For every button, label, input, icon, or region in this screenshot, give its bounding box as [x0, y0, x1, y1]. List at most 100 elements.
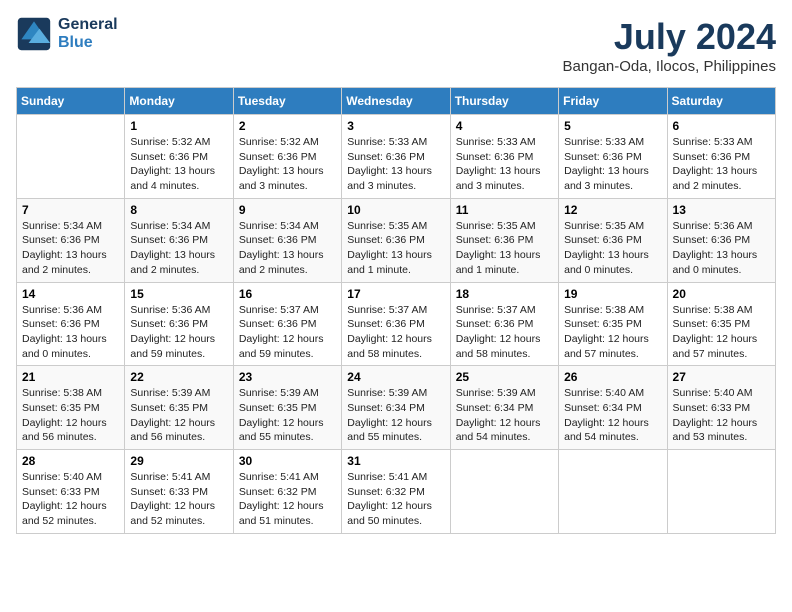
day-number: 23 [239, 370, 336, 384]
day-info: Sunrise: 5:40 AMSunset: 6:34 PMDaylight:… [564, 386, 661, 445]
day-info: Sunrise: 5:37 AMSunset: 6:36 PMDaylight:… [239, 303, 336, 362]
calendar-cell: 27 Sunrise: 5:40 AMSunset: 6:33 PMDayligh… [667, 366, 775, 450]
calendar-cell: 7Sunrise: 5:34 AMSunset: 6:36 PMDaylight… [17, 198, 125, 282]
day-number: 28 [22, 454, 119, 468]
day-info: Sunrise: 5:38 AMSunset: 6:35 PMDaylight:… [673, 303, 770, 362]
day-number: 31 [347, 454, 444, 468]
day-number: 27 [673, 370, 770, 384]
header-cell-wednesday: Wednesday [342, 88, 450, 115]
header-cell-thursday: Thursday [450, 88, 558, 115]
day-number: 17 [347, 287, 444, 301]
page-header: General Blue July 2024 Bangan-Oda, Iloco… [16, 16, 776, 75]
day-info: Sunrise: 5:34 AMSunset: 6:36 PMDaylight:… [239, 219, 336, 278]
calendar-cell [17, 115, 125, 199]
calendar-cell: 3Sunrise: 5:33 AMSunset: 6:36 PMDaylight… [342, 115, 450, 199]
day-info: Sunrise: 5:34 AMSunset: 6:36 PMDaylight:… [130, 219, 227, 278]
calendar-cell: 18 Sunrise: 5:37 AMSunset: 6:36 PMDayligh… [450, 282, 558, 366]
week-row-4: 21 Sunrise: 5:38 AMSunset: 6:35 PMDayligh… [17, 366, 776, 450]
header-cell-tuesday: Tuesday [233, 88, 341, 115]
calendar-cell: 6Sunrise: 5:33 AMSunset: 6:36 PMDaylight… [667, 115, 775, 199]
calendar-cell [450, 450, 558, 534]
day-info: Sunrise: 5:41 AMSunset: 6:33 PMDaylight:… [130, 470, 227, 529]
week-row-5: 28 Sunrise: 5:40 AMSunset: 6:33 PMDayligh… [17, 450, 776, 534]
calendar-cell: 11 Sunrise: 5:35 AMSunset: 6:36 PMDayligh… [450, 198, 558, 282]
day-info: Sunrise: 5:39 AMSunset: 6:35 PMDaylight:… [239, 386, 336, 445]
header-row: SundayMondayTuesdayWednesdayThursdayFrid… [17, 88, 776, 115]
day-info: Sunrise: 5:36 AMSunset: 6:36 PMDaylight:… [130, 303, 227, 362]
day-number: 4 [456, 119, 553, 133]
day-number: 30 [239, 454, 336, 468]
calendar-cell: 4Sunrise: 5:33 AMSunset: 6:36 PMDaylight… [450, 115, 558, 199]
title-block: July 2024 Bangan-Oda, Ilocos, Philippine… [563, 16, 776, 75]
header-cell-monday: Monday [125, 88, 233, 115]
calendar-cell [559, 450, 667, 534]
day-number: 20 [673, 287, 770, 301]
day-number: 12 [564, 203, 661, 217]
day-info: Sunrise: 5:40 AMSunset: 6:33 PMDaylight:… [22, 470, 119, 529]
day-info: Sunrise: 5:41 AMSunset: 6:32 PMDaylight:… [347, 470, 444, 529]
calendar-cell: 1 Sunrise: 5:32 AMSunset: 6:36 PMDaylight… [125, 115, 233, 199]
day-number: 1 [130, 119, 227, 133]
day-info: Sunrise: 5:34 AMSunset: 6:36 PMDaylight:… [22, 219, 119, 278]
calendar-cell: 15 Sunrise: 5:36 AMSunset: 6:36 PMDayligh… [125, 282, 233, 366]
calendar-cell: 16 Sunrise: 5:37 AMSunset: 6:36 PMDayligh… [233, 282, 341, 366]
week-row-2: 7Sunrise: 5:34 AMSunset: 6:36 PMDaylight… [17, 198, 776, 282]
calendar-cell: 31 Sunrise: 5:41 AMSunset: 6:32 PMDayligh… [342, 450, 450, 534]
header-cell-sunday: Sunday [17, 88, 125, 115]
calendar-body: 1 Sunrise: 5:32 AMSunset: 6:36 PMDaylight… [17, 115, 776, 534]
week-row-3: 14 Sunrise: 5:36 AMSunset: 6:36 PMDayligh… [17, 282, 776, 366]
day-info: Sunrise: 5:35 AMSunset: 6:36 PMDaylight:… [564, 219, 661, 278]
day-info: Sunrise: 5:37 AMSunset: 6:36 PMDaylight:… [456, 303, 553, 362]
day-number: 22 [130, 370, 227, 384]
day-number: 25 [456, 370, 553, 384]
calendar-cell: 22 Sunrise: 5:39 AMSunset: 6:35 PMDayligh… [125, 366, 233, 450]
day-number: 16 [239, 287, 336, 301]
day-info: Sunrise: 5:32 AMSunset: 6:36 PMDaylight:… [239, 135, 336, 194]
logo-text: General Blue [58, 16, 118, 52]
calendar-cell: 14 Sunrise: 5:36 AMSunset: 6:36 PMDayligh… [17, 282, 125, 366]
day-number: 5 [564, 119, 661, 133]
header-cell-saturday: Saturday [667, 88, 775, 115]
calendar-cell: 26Sunrise: 5:40 AMSunset: 6:34 PMDayligh… [559, 366, 667, 450]
day-info: Sunrise: 5:36 AMSunset: 6:36 PMDaylight:… [673, 219, 770, 278]
day-info: Sunrise: 5:32 AMSunset: 6:36 PMDaylight:… [130, 135, 227, 194]
day-number: 8 [130, 203, 227, 217]
calendar-cell: 24 Sunrise: 5:39 AMSunset: 6:34 PMDayligh… [342, 366, 450, 450]
day-number: 14 [22, 287, 119, 301]
day-number: 24 [347, 370, 444, 384]
day-number: 18 [456, 287, 553, 301]
calendar-cell: 9 Sunrise: 5:34 AMSunset: 6:36 PMDaylight… [233, 198, 341, 282]
day-number: 11 [456, 203, 553, 217]
logo-icon [16, 16, 52, 52]
calendar-cell: 30Sunrise: 5:41 AMSunset: 6:32 PMDayligh… [233, 450, 341, 534]
calendar-cell: 28 Sunrise: 5:40 AMSunset: 6:33 PMDayligh… [17, 450, 125, 534]
day-info: Sunrise: 5:38 AMSunset: 6:35 PMDaylight:… [564, 303, 661, 362]
week-row-1: 1 Sunrise: 5:32 AMSunset: 6:36 PMDaylight… [17, 115, 776, 199]
day-info: Sunrise: 5:39 AMSunset: 6:35 PMDaylight:… [130, 386, 227, 445]
day-info: Sunrise: 5:36 AMSunset: 6:36 PMDaylight:… [22, 303, 119, 362]
day-info: Sunrise: 5:37 AMSunset: 6:36 PMDaylight:… [347, 303, 444, 362]
day-info: Sunrise: 5:40 AMSunset: 6:33 PMDaylight:… [673, 386, 770, 445]
day-number: 2 [239, 119, 336, 133]
day-info: Sunrise: 5:35 AMSunset: 6:36 PMDaylight:… [456, 219, 553, 278]
calendar-cell: 12 Sunrise: 5:35 AMSunset: 6:36 PMDayligh… [559, 198, 667, 282]
day-number: 15 [130, 287, 227, 301]
calendar-cell: 5Sunrise: 5:33 AMSunset: 6:36 PMDaylight… [559, 115, 667, 199]
day-number: 19 [564, 287, 661, 301]
month-title: July 2024 [563, 16, 776, 58]
day-number: 21 [22, 370, 119, 384]
day-number: 13 [673, 203, 770, 217]
calendar-cell: 10 Sunrise: 5:35 AMSunset: 6:36 PMDayligh… [342, 198, 450, 282]
day-number: 9 [239, 203, 336, 217]
day-info: Sunrise: 5:38 AMSunset: 6:35 PMDaylight:… [22, 386, 119, 445]
calendar-cell: 20 Sunrise: 5:38 AMSunset: 6:35 PMDayligh… [667, 282, 775, 366]
day-info: Sunrise: 5:35 AMSunset: 6:36 PMDaylight:… [347, 219, 444, 278]
day-info: Sunrise: 5:39 AMSunset: 6:34 PMDaylight:… [347, 386, 444, 445]
calendar-cell: 25 Sunrise: 5:39 AMSunset: 6:34 PMDayligh… [450, 366, 558, 450]
day-info: Sunrise: 5:39 AMSunset: 6:34 PMDaylight:… [456, 386, 553, 445]
logo: General Blue [16, 16, 118, 52]
calendar-cell: 21 Sunrise: 5:38 AMSunset: 6:35 PMDayligh… [17, 366, 125, 450]
day-number: 10 [347, 203, 444, 217]
location: Bangan-Oda, Ilocos, Philippines [563, 58, 776, 75]
calendar-cell: 13 Sunrise: 5:36 AMSunset: 6:36 PMDayligh… [667, 198, 775, 282]
